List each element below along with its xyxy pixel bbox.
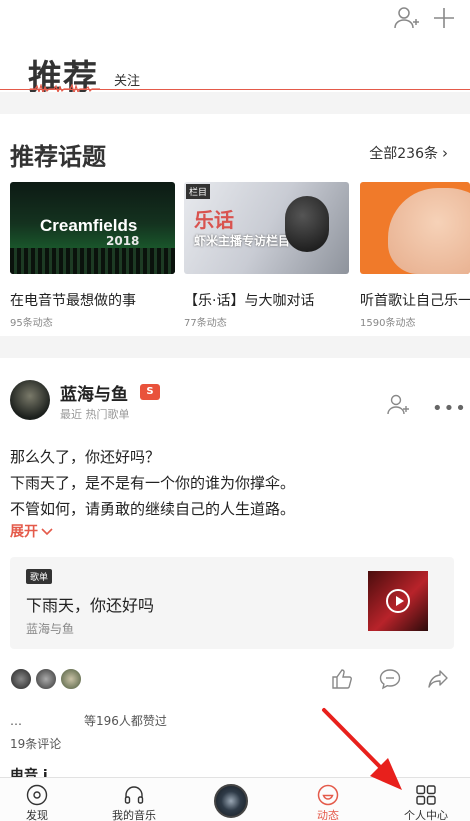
tab-underline xyxy=(0,89,470,90)
avatar xyxy=(60,668,82,690)
likes-summary[interactable]: … 等196人都赞过 xyxy=(10,712,167,729)
expand-label: 展开 xyxy=(10,524,38,540)
avatar[interactable] xyxy=(10,380,50,420)
topic-card[interactable]: 听首歌让自己乐一 1590条动态 xyxy=(360,182,470,329)
section-divider xyxy=(0,92,470,114)
thumbnail-subtext: 虾米主播专访栏目 xyxy=(194,234,291,248)
post-line: 不管如何，请勇敢的继续自己的人生道路。 xyxy=(10,500,296,518)
nav-feed[interactable]: 动态 xyxy=(306,778,350,821)
topic-thumbnail: Creamfields 2018 xyxy=(10,182,175,274)
tab-follow[interactable]: 关注 xyxy=(114,70,140,89)
topic-thumbnail xyxy=(360,182,470,274)
topic-title: 在电音节最想做的事 xyxy=(10,293,136,309)
topic-card[interactable]: Creamfields 2018 在电音节最想做的事 95条动态 xyxy=(10,182,175,329)
disc-icon xyxy=(26,784,48,806)
feed-tabs: 推荐 关注 xyxy=(0,48,470,98)
section-divider xyxy=(0,336,470,358)
nav-label: 动态 xyxy=(317,809,339,821)
microphone-icon xyxy=(285,196,329,252)
feed-smile-icon xyxy=(317,784,339,806)
post-subtitle: 最近 热门歌单 xyxy=(60,408,130,421)
nav-my-music[interactable]: 我的音乐 xyxy=(104,778,164,821)
playlist-author: 蓝海与鱼 xyxy=(26,622,75,636)
playlist-tag: 歌单 xyxy=(26,569,53,584)
more-options-icon[interactable]: ••• xyxy=(432,398,467,419)
avatar xyxy=(35,668,57,690)
play-icon[interactable] xyxy=(386,589,410,613)
baby-photo xyxy=(388,188,470,274)
now-playing-disc[interactable] xyxy=(214,784,248,818)
topic-count: 95条动态 xyxy=(10,318,53,329)
nav-label: 我的音乐 xyxy=(112,809,156,821)
topic-title: 【乐·话】与大咖对话 xyxy=(184,293,315,309)
all-topics-link[interactable]: 全部236条 › xyxy=(369,143,448,163)
chevron-right-icon: › xyxy=(442,144,448,162)
crowd-image xyxy=(10,248,175,274)
chevron-down-icon xyxy=(41,528,53,536)
add-icon[interactable] xyxy=(430,4,458,32)
topic-count: 1590条动态 xyxy=(360,318,416,329)
topic-count: 77条动态 xyxy=(184,318,227,329)
likes-count: 等196人都赞过 xyxy=(84,714,167,728)
nav-label: 发现 xyxy=(26,809,48,821)
expand-button[interactable]: 展开 xyxy=(10,521,53,541)
grid-icon xyxy=(416,785,436,805)
post-header: 蓝海与鱼 S 最近 热门歌单 ••• xyxy=(10,376,466,426)
post-line: 下雨天了，是不是有一个你的谁为你撑伞。 xyxy=(10,474,296,492)
follow-user-icon[interactable] xyxy=(386,392,410,416)
nav-profile[interactable]: 个人中心 xyxy=(398,778,454,821)
top-bar xyxy=(0,0,470,40)
post-line: 那么久了，你还好吗？ xyxy=(10,448,161,466)
like-icon[interactable] xyxy=(330,667,354,691)
section-title: 推荐话题 xyxy=(10,143,106,171)
post-body: 那么久了，你还好吗？ 下雨天了，是不是有一个你的谁为你撑伞。 不管如何，请勇敢的… xyxy=(10,444,460,522)
topic-card[interactable]: 栏目 乐话 虾米主播专访栏目 【乐·话】与大咖对话 77条动态 xyxy=(184,182,349,329)
post-username[interactable]: 蓝海与鱼 xyxy=(60,380,128,405)
playlist-card[interactable]: 歌单 下雨天，你还好吗 蓝海与鱼 xyxy=(10,557,454,649)
comment-icon[interactable] xyxy=(378,667,402,691)
all-topics-label: 全部236条 xyxy=(369,146,438,162)
thumbnail-subtext: 2018 xyxy=(106,234,140,248)
thumbnail-tag: 栏目 xyxy=(186,184,211,199)
share-icon[interactable] xyxy=(426,667,450,691)
nav-discover[interactable]: 发现 xyxy=(14,778,60,821)
add-friend-icon[interactable] xyxy=(392,4,420,32)
vip-badge: S xyxy=(140,384,160,400)
topic-title: 听首歌让自己乐一 xyxy=(360,293,470,309)
likes-prefix: … xyxy=(10,714,22,728)
thumbnail-text: 乐话 xyxy=(194,208,234,232)
comments-link[interactable]: 19条评论 xyxy=(10,735,61,752)
playlist-title: 下雨天，你还好吗 xyxy=(26,596,155,615)
topic-thumbnail: 栏目 乐话 虾米主播专访栏目 xyxy=(184,182,349,274)
avatar xyxy=(10,668,32,690)
thumbnail-text: Creamfields xyxy=(40,216,138,235)
headphones-icon xyxy=(124,786,144,804)
nav-label: 个人中心 xyxy=(404,809,448,821)
playlist-cover[interactable] xyxy=(368,571,428,631)
